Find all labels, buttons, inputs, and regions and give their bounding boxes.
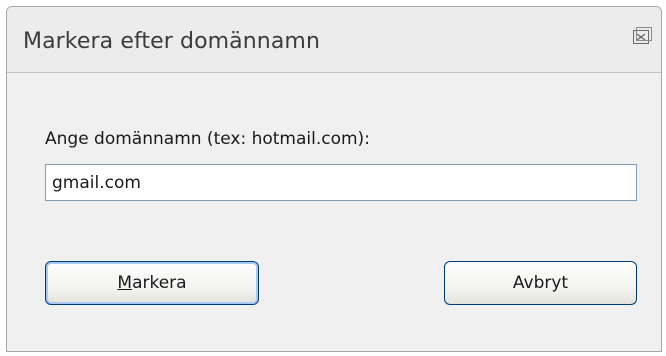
- domain-prompt-label: Ange domännamn (tex: hotmail.com):: [45, 129, 370, 149]
- dialog-content: Ange domännamn (tex: hotmail.com): Marke…: [7, 73, 661, 351]
- close-button[interactable]: [631, 25, 653, 47]
- mark-button-label: arkera: [132, 273, 187, 293]
- mark-button[interactable]: Markera: [45, 261, 259, 305]
- mark-button-accelerator: M: [117, 273, 133, 293]
- dialog-title: Markera efter domännamn: [23, 29, 320, 54]
- close-icon: [633, 27, 652, 44]
- dialog-window: Markera efter domännamn Ange domännamn (…: [6, 6, 662, 352]
- cancel-button[interactable]: Avbryt: [444, 261, 637, 305]
- domain-input[interactable]: [45, 164, 637, 201]
- title-bar: Markera efter domännamn: [7, 7, 661, 73]
